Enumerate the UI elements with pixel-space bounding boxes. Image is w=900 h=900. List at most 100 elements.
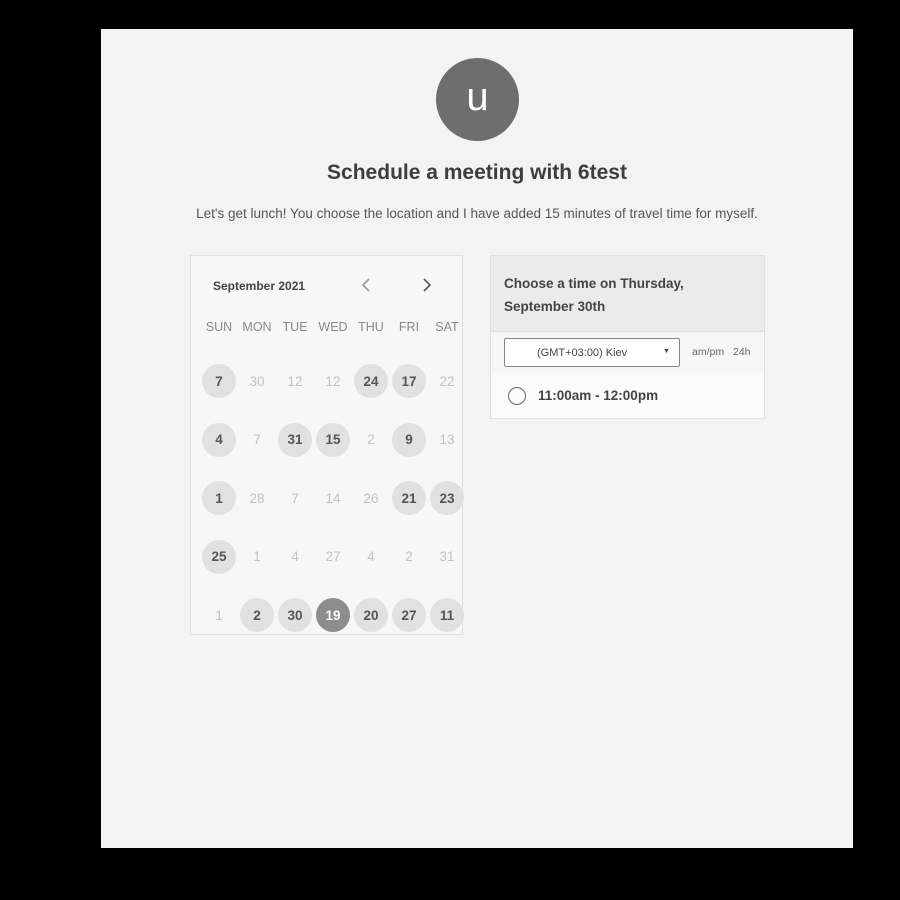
chevron-left-icon — [361, 278, 370, 292]
calendar-day-number: 2 — [367, 432, 375, 448]
calendar-day[interactable]: 20 — [352, 596, 390, 634]
calendar-day-number: 31 — [278, 422, 312, 457]
calendar-day-number: 7 — [202, 364, 236, 399]
calendar-day-number: 1 — [202, 481, 236, 516]
calendar-week: 1 28 7 14 26 21 23 — [200, 469, 466, 528]
calendar-day-number: 14 — [325, 490, 341, 506]
weekday-label: WED — [318, 320, 348, 334]
calendar-day-selected[interactable]: 19 — [314, 596, 352, 634]
caret-down-icon: ▼ — [663, 348, 670, 355]
calendar-day[interactable]: 7 — [200, 362, 238, 400]
calendar-day: 30 — [238, 362, 276, 400]
weekday-label: SAT — [435, 320, 459, 334]
calendar-day-number: 31 — [439, 549, 455, 565]
calendar-day-number: 28 — [249, 490, 265, 506]
calendar-day-number: 20 — [354, 598, 388, 633]
calendar-day-number: 13 — [439, 432, 455, 448]
calendar-day: 12 — [314, 362, 352, 400]
scheduling-page: u Schedule a meeting with 6test Let's ge… — [101, 29, 853, 848]
calendar-week: 1 2 30 19 20 27 11 — [200, 586, 466, 645]
calendar-day[interactable]: 31 — [276, 421, 314, 459]
calendar-day-number: 17 — [392, 364, 426, 399]
calendar-day: 27 — [314, 538, 352, 576]
calendar-day: 7 — [276, 479, 314, 517]
calendar-day: 22 — [428, 362, 466, 400]
timezone-value: (GMT+03:00) Kiev — [537, 346, 628, 359]
calendar-day-number: 30 — [249, 373, 265, 389]
time-panel-header: Choose a time on Thursday, September 30t… — [491, 256, 764, 332]
calendar-day: 4 — [276, 538, 314, 576]
calendar-day: 13 — [428, 421, 466, 459]
selected-date-heading: Choose a time on Thursday, September 30t… — [504, 276, 684, 314]
next-month-button[interactable] — [415, 273, 439, 297]
calendar-week: 4 7 31 15 2 9 13 — [200, 411, 466, 470]
chevron-right-icon — [423, 278, 432, 292]
calendar-week: 25 1 4 27 4 2 31 — [200, 528, 466, 587]
calendar-day-number: 24 — [354, 364, 388, 399]
calendar-week: 7 30 12 12 24 17 22 — [200, 352, 466, 411]
calendar-day[interactable]: 25 — [200, 538, 238, 576]
weekday-label: FRI — [398, 320, 420, 334]
avatar: u — [436, 58, 519, 141]
calendar-day: 12 — [276, 362, 314, 400]
weekday-label: THU — [358, 320, 384, 334]
calendar-day-number: 22 — [439, 373, 455, 389]
calendar-day-number: 4 — [202, 422, 236, 457]
prev-month-button[interactable] — [354, 273, 378, 297]
timezone-select[interactable]: (GMT+03:00) Kiev ▼ — [504, 338, 680, 367]
calendar-day-number: 2 — [405, 549, 413, 565]
calendar-day[interactable]: 27 — [390, 596, 428, 634]
page-title: Schedule a meeting with 6test — [327, 161, 627, 184]
calendar-day-number: 30 — [278, 598, 312, 633]
calendar-day: 2 — [390, 538, 428, 576]
format-ampm-toggle[interactable]: am/pm — [692, 346, 724, 358]
calendar-day[interactable]: 4 — [200, 421, 238, 459]
weekday-label: MON — [242, 320, 272, 334]
time-panel: Choose a time on Thursday, September 30t… — [490, 255, 765, 419]
calendar-day[interactable]: 21 — [390, 479, 428, 517]
time-slot[interactable]: 11:00am - 12:00pm — [491, 373, 764, 418]
calendar-day-number: 1 — [215, 607, 223, 623]
format-24h-toggle[interactable]: 24h — [733, 346, 751, 358]
calendar-day: 1 — [238, 538, 276, 576]
calendar-day[interactable]: 11 — [428, 596, 466, 634]
calendar-day[interactable]: 1 — [200, 479, 238, 517]
calendar-day: 26 — [352, 479, 390, 517]
time-slot-label: 11:00am - 12:00pm — [538, 388, 659, 403]
calendar-day-number: 7 — [291, 490, 299, 506]
calendar: September 2021 SUN MON TUE WED THU FRI SAT 7 30… — [190, 255, 464, 635]
calendar-day-number: 21 — [392, 481, 426, 516]
weekday-label: SUN — [205, 320, 233, 334]
calendar-day-number: 1 — [253, 549, 261, 565]
calendar-day-number: 25 — [202, 539, 236, 574]
calendar-day-number: 12 — [325, 373, 341, 389]
calendar-day-number: 11 — [430, 598, 464, 633]
calendar-day[interactable]: 17 — [390, 362, 428, 400]
calendar-day-number: 27 — [392, 598, 426, 633]
calendar-day-number: 27 — [325, 549, 341, 565]
calendar-day[interactable]: 24 — [352, 362, 390, 400]
weekday-label: TUE — [282, 320, 308, 334]
calendar-grid: 7 30 12 12 24 17 22 4 7 31 15 2 9 13 1 28 7 14 26 21 23 25 1 4 2… — [200, 352, 466, 645]
calendar-day[interactable]: 30 — [276, 596, 314, 634]
calendar-day[interactable]: 15 — [314, 421, 352, 459]
calendar-day: 4 — [352, 538, 390, 576]
calendar-day-number: 9 — [392, 422, 426, 457]
calendar-day: 28 — [238, 479, 276, 517]
calendar-day-number: 15 — [316, 422, 350, 457]
calendar-day[interactable]: 9 — [390, 421, 428, 459]
calendar-day-number: 12 — [287, 373, 303, 389]
calendar-day: 2 — [352, 421, 390, 459]
calendar-day: 14 — [314, 479, 352, 517]
page-description: Let's get lunch! You choose the location… — [196, 206, 758, 221]
month-label: September 2021 — [213, 279, 306, 293]
calendar-day-number: 4 — [367, 549, 375, 565]
calendar-day-number: 2 — [240, 598, 274, 633]
radio-button[interactable] — [508, 386, 526, 405]
calendar-day-number: 19 — [316, 598, 350, 633]
calendar-day: 7 — [238, 421, 276, 459]
calendar-day[interactable]: 2 — [238, 596, 276, 634]
calendar-day[interactable]: 23 — [428, 479, 466, 517]
calendar-day: 31 — [428, 538, 466, 576]
calendar-day-number: 23 — [430, 481, 464, 516]
